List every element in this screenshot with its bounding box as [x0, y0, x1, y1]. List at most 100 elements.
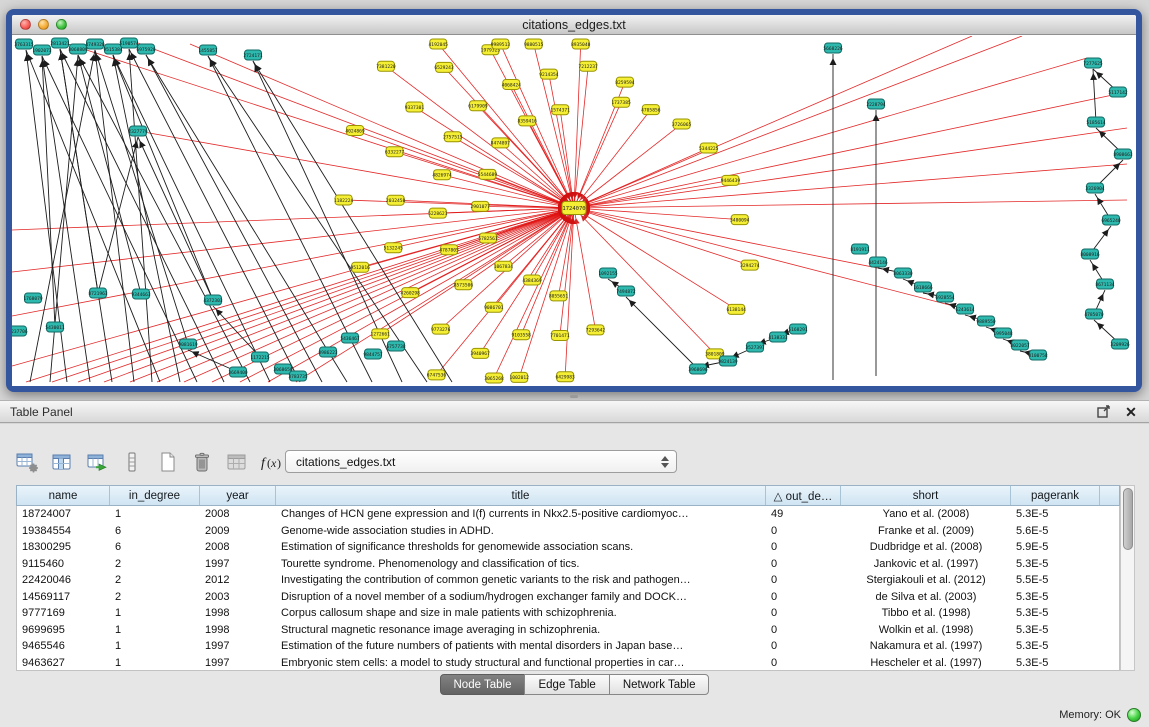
tab-network-table[interactable]: Network Table: [609, 674, 710, 695]
column-button[interactable]: [119, 449, 145, 475]
graph-node-yellow[interactable]: 4705856: [641, 105, 661, 115]
close-window-button[interactable]: [20, 19, 31, 30]
graph-node-yellow[interactable]: 5228621: [428, 208, 448, 218]
graph-node-yellow[interactable]: 9103558: [512, 330, 532, 340]
graph-node-teal[interactable]: 3237706: [12, 326, 28, 336]
graph-node-teal[interactable]: 8721963: [88, 288, 108, 298]
graph-node-teal[interactable]: 8063330: [893, 268, 913, 278]
graph-node-yellow[interactable]: 8935040: [571, 39, 591, 49]
column-header-out_de[interactable]: △ out_de…: [766, 486, 841, 505]
graph-node-yellow[interactable]: 7293642: [586, 325, 606, 335]
graph-node-teal[interactable]: 9344663: [131, 289, 151, 299]
graph-node-yellow[interactable]: 4260298: [401, 288, 421, 298]
table-row[interactable]: 969969511998Structural magnetic resonanc…: [17, 622, 1119, 639]
tab-edge-table[interactable]: Edge Table: [524, 674, 609, 695]
graph-node-yellow[interactable]: 1724070: [562, 202, 586, 215]
graph-node-yellow[interactable]: 2901077: [471, 201, 491, 211]
graph-node-yellow[interactable]: 3065268: [484, 373, 504, 383]
graph-node-teal[interactable]: 1618666: [913, 282, 933, 292]
table-settings-button[interactable]: [14, 449, 40, 475]
graph-node-yellow[interactable]: 2032458: [386, 195, 406, 205]
table-row[interactable]: 911546021997Tourette syndrome. Phenomeno…: [17, 556, 1119, 573]
graph-node-teal[interactable]: 4372303: [203, 295, 223, 305]
column-header-year[interactable]: year: [200, 486, 276, 505]
minimize-window-button[interactable]: [38, 19, 49, 30]
graph-node-teal[interactable]: 8671134: [1095, 279, 1115, 289]
table-selector-dropdown[interactable]: citations_edges.txt: [285, 450, 677, 473]
graph-node-teal[interactable]: 6928554: [935, 292, 955, 302]
import-table-button[interactable]: [84, 449, 110, 475]
graph-node-teal[interactable]: 2327779: [128, 126, 148, 136]
graph-node-yellow[interactable]: 5782561: [478, 233, 498, 243]
graph-node-yellow[interactable]: 2757515: [443, 132, 463, 142]
graph-node-teal[interactable]: 8908663: [1113, 149, 1133, 159]
graph-node-teal[interactable]: 6243614: [955, 304, 975, 314]
show-columns-button[interactable]: [49, 449, 75, 475]
graph-node-teal[interactable]: 3669400: [228, 367, 248, 377]
graph-node-teal[interactable]: 1092155: [598, 268, 618, 278]
graph-node-yellow[interactable]: 3726065: [672, 119, 692, 129]
column-header-short[interactable]: short: [841, 486, 1011, 505]
graph-node-teal[interactable]: 5117142: [1108, 87, 1128, 97]
zoom-window-button[interactable]: [56, 19, 67, 30]
graph-node-teal[interactable]: 3209926: [1110, 339, 1130, 349]
graph-node-teal[interactable]: 5185614: [1086, 117, 1106, 127]
graph-node-yellow[interactable]: 9773276: [431, 324, 451, 334]
graph-node-teal[interactable]: 1902073: [32, 45, 52, 55]
graph-node-teal[interactable]: 5168291: [788, 324, 808, 334]
graph-node-teal[interactable]: 1995048: [993, 328, 1013, 338]
graph-node-teal[interactable]: 4424146: [868, 257, 888, 267]
graph-node-teal[interactable]: 5430011: [45, 322, 65, 332]
graph-node-yellow[interactable]: 6429983: [555, 372, 575, 382]
graph-node-yellow[interactable]: 4192045: [429, 39, 449, 49]
graph-node-yellow[interactable]: 9086701: [484, 302, 504, 312]
table-row[interactable]: 1872400712008Changes of HCN gene express…: [17, 506, 1119, 523]
graph-node-teal[interactable]: 2813421: [50, 38, 70, 48]
table-row[interactable]: 2242004622012Investigating the contribut…: [17, 572, 1119, 589]
graph-node-yellow[interactable]: 8055651: [549, 291, 569, 301]
table-row[interactable]: 1456911722003Disruption of a novel membe…: [17, 589, 1119, 606]
graph-node-teal[interactable]: 9081619: [178, 339, 198, 349]
delete-table-button[interactable]: [189, 449, 215, 475]
table-row[interactable]: 1938455462009Genome-wide association stu…: [17, 523, 1119, 540]
graph-node-yellow[interactable]: 4384369: [522, 275, 542, 285]
close-panel-button[interactable]: ✕: [1123, 404, 1139, 420]
graph-node-teal[interactable]: 5436467: [340, 333, 360, 343]
table-row[interactable]: 977716911998Corpus callosum shape and si…: [17, 605, 1119, 622]
graph-node-yellow[interactable]: 4787805: [439, 245, 459, 255]
graph-node-yellow[interactable]: 3294274: [740, 260, 760, 270]
table-vertical-scrollbar[interactable]: [1120, 485, 1135, 671]
graph-node-teal[interactable]: 4138333: [768, 332, 788, 342]
network-graph-canvas[interactable]: 8055651 4384369 1067834 5782561 2901077 55446…: [12, 36, 1136, 386]
graph-node-teal[interactable]: 3783735: [288, 371, 308, 381]
graph-node-yellow[interactable]: 7212237: [578, 61, 598, 71]
graph-node-teal[interactable]: 3326904: [1085, 183, 1105, 193]
graph-node-yellow[interactable]: 9446439: [721, 175, 741, 185]
graph-node-yellow[interactable]: 8474897: [491, 138, 511, 148]
graph-node-yellow[interactable]: 1574371: [551, 105, 571, 115]
graph-node-teal[interactable]: 3527397: [745, 342, 765, 352]
graph-node-yellow[interactable]: 6179909: [468, 101, 488, 111]
graph-node-teal[interactable]: 1455857: [198, 45, 218, 55]
graph-node-teal[interactable]: 1172215: [250, 352, 270, 362]
graph-node-teal[interactable]: 8191911: [850, 244, 870, 254]
graph-node-yellow[interactable]: 9512016: [350, 262, 370, 272]
graph-node-yellow[interactable]: 4068424: [502, 79, 522, 89]
graph-node-teal[interactable]: 5190574: [119, 38, 139, 48]
network-canvas[interactable]: 8055651 4384369 1067834 5782561 2901077 55446…: [12, 36, 1136, 386]
graph-node-teal[interactable]: 8022057: [1010, 340, 1030, 350]
column-header-pagerank[interactable]: pagerank: [1011, 486, 1100, 505]
graph-node-teal[interactable]: 4785070: [1084, 309, 1104, 319]
column-header-in_degree[interactable]: in_degree: [110, 486, 200, 505]
graph-node-yellow[interactable]: 5544689: [478, 169, 498, 179]
graph-node-yellow[interactable]: 5344225: [699, 143, 719, 153]
graph-node-teal[interactable]: 9824139: [718, 356, 738, 366]
graph-node-yellow[interactable]: 6332277: [385, 147, 405, 157]
graph-node-teal[interactable]: 2724171: [243, 50, 263, 60]
graph-node-teal[interactable]: 8008916: [1080, 249, 1100, 259]
table-row[interactable]: 946362711997Embryonic stem cells: a mode…: [17, 655, 1119, 672]
graph-node-yellow[interactable]: 9880515: [524, 39, 544, 49]
graph-node-yellow[interactable]: 8259594: [615, 77, 635, 87]
graph-node-yellow[interactable]: 1067834: [494, 261, 514, 271]
graph-node-yellow[interactable]: 7701471: [550, 330, 570, 340]
